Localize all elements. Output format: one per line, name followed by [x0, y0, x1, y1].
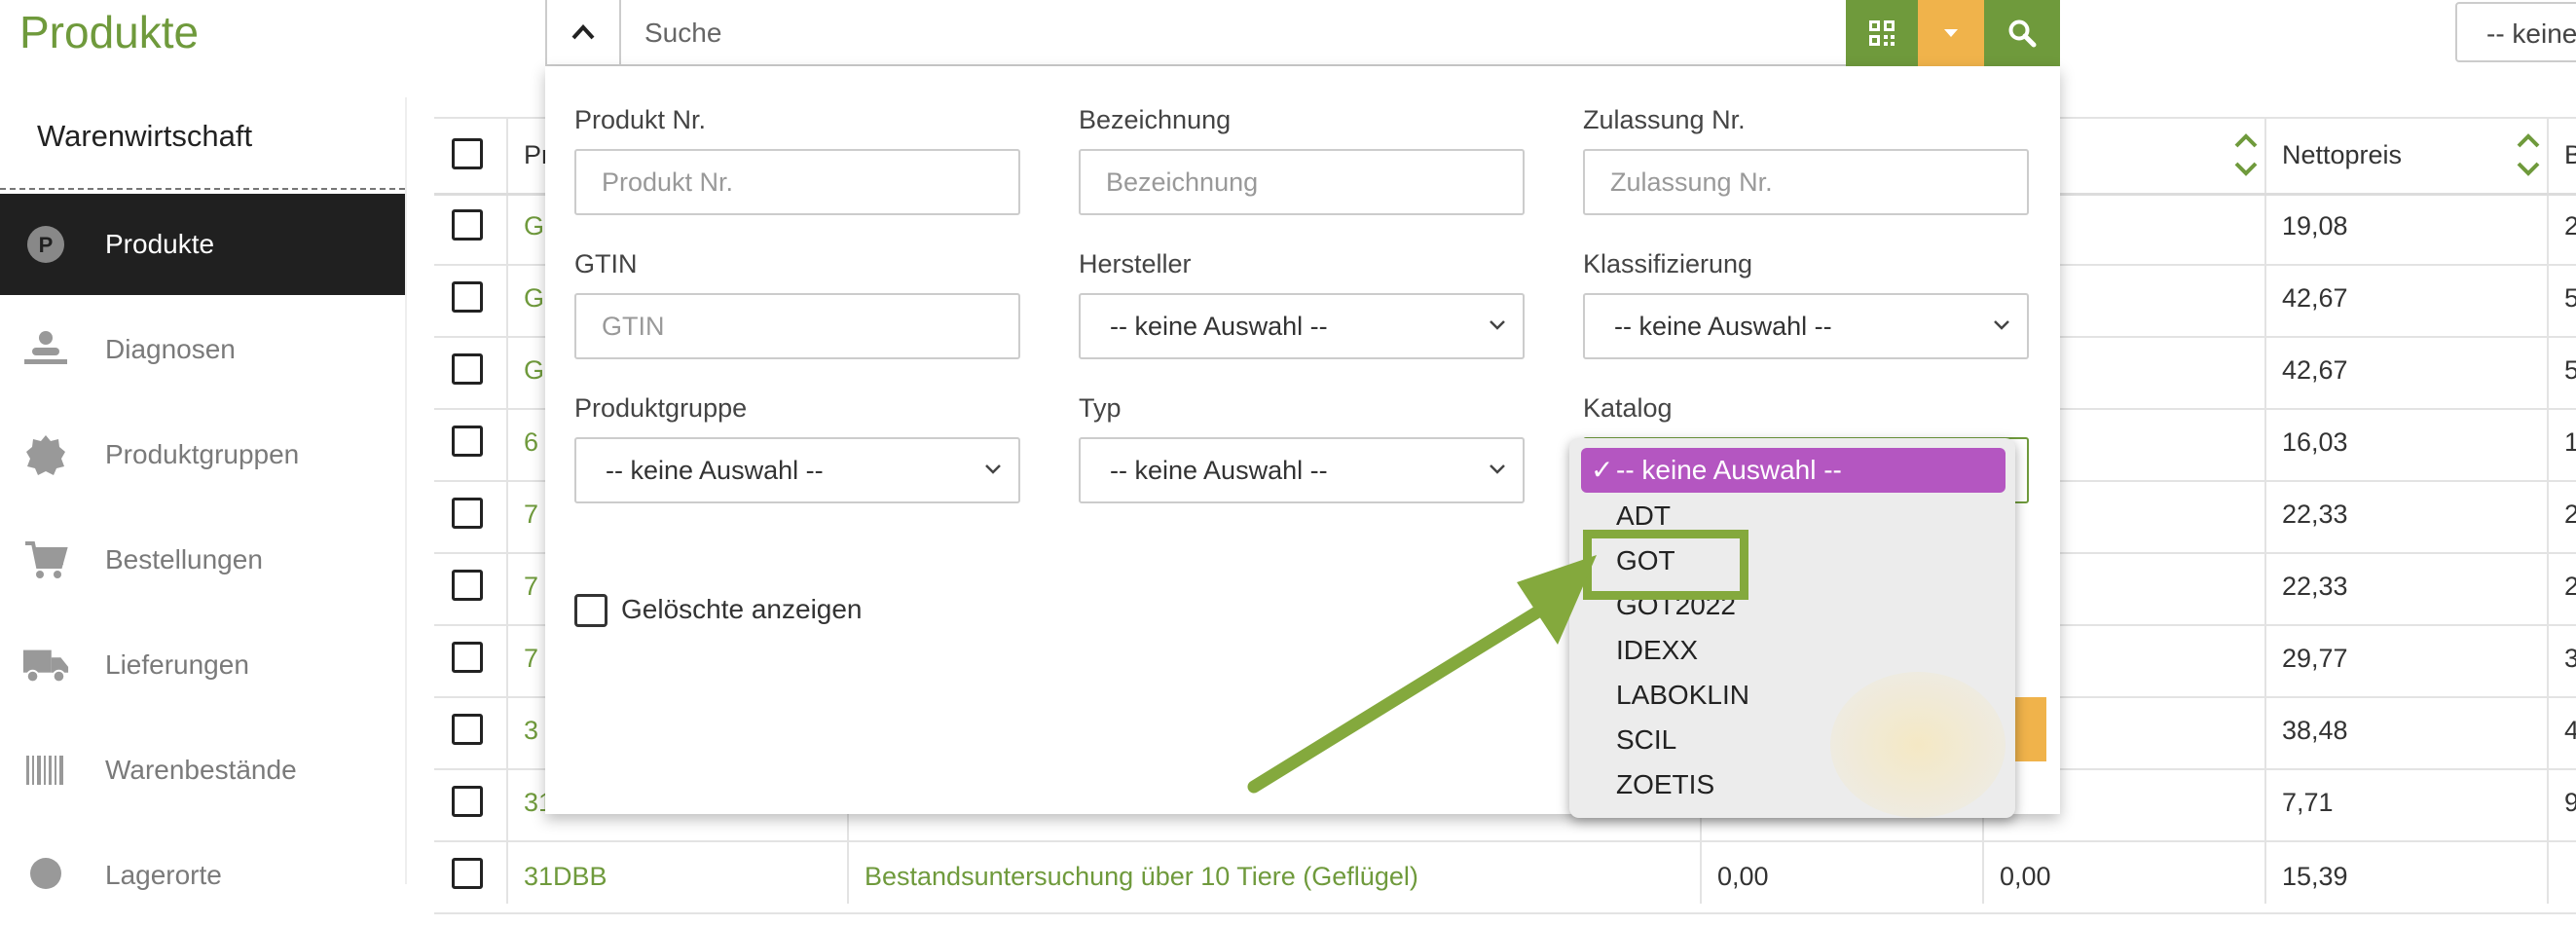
- annotation-arrow-icon: [1247, 555, 1597, 794]
